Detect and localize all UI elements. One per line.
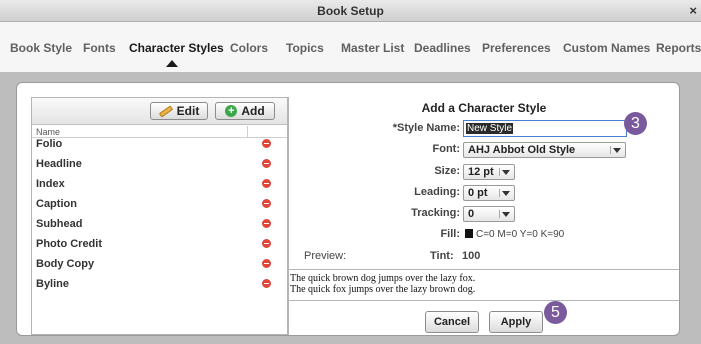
- list-item[interactable]: Folio: [32, 136, 287, 156]
- tab-topics[interactable]: Topics: [286, 41, 324, 55]
- list-item[interactable]: Caption: [32, 196, 287, 216]
- preview-line: The quick fox jumps over the lazy brown …: [290, 284, 476, 295]
- list-item-label: Folio: [36, 138, 63, 150]
- list-item-label: Subhead: [36, 218, 83, 230]
- select-separator: [499, 210, 500, 218]
- close-icon[interactable]: ×: [689, 3, 697, 18]
- tab-custom-names[interactable]: Custom Names: [563, 41, 650, 55]
- list-item-label: Byline: [36, 278, 70, 290]
- tab-deadlines[interactable]: Deadlines: [414, 41, 471, 55]
- list-item[interactable]: Headline: [32, 156, 287, 176]
- style-form: Add a Character Style *Style Name: New S…: [288, 97, 679, 335]
- fill-label: Fill:: [440, 228, 460, 240]
- chevron-down-icon: [502, 212, 510, 217]
- tracking-select[interactable]: 0: [463, 206, 515, 222]
- size-select[interactable]: 12 pt: [463, 164, 515, 180]
- leading-select-value: 0 pt: [468, 187, 488, 199]
- list-item[interactable]: Photo Credit: [32, 236, 287, 256]
- delete-icon[interactable]: [262, 279, 271, 288]
- step-callout-5: 5: [544, 301, 567, 324]
- tracking-select-value: 0: [468, 208, 475, 220]
- pencil-icon: [158, 104, 173, 118]
- list-item-label: Caption: [36, 198, 77, 210]
- style-name-value: New Style: [466, 123, 514, 134]
- font-select-value: AHJ Abbot Old Style: [468, 144, 576, 156]
- step-callout-3: 3: [624, 112, 647, 135]
- tab-master-list[interactable]: Master List: [341, 41, 404, 55]
- leading-select[interactable]: 0 pt: [463, 185, 515, 201]
- size-label: Size:: [434, 165, 460, 177]
- window-title: Book Setup: [317, 4, 384, 18]
- character-style-panel: Edit + Add Name Folio Headline Index Cap…: [16, 82, 680, 336]
- list-item[interactable]: Body Copy: [32, 256, 287, 276]
- list-item-label: Photo Credit: [36, 238, 102, 250]
- delete-icon[interactable]: [262, 199, 271, 208]
- preview-label: Preview:: [304, 250, 347, 262]
- add-button-label: Add: [241, 104, 265, 118]
- style-list-panel: Edit + Add Name Folio Headline Index Cap…: [31, 97, 288, 335]
- title-bar: Book Setup ×: [0, 0, 701, 22]
- tab-strip: Book Style Fonts Character Styles Colors…: [0, 22, 701, 72]
- delete-icon[interactable]: [262, 239, 271, 248]
- list-item-label: Headline: [36, 158, 82, 170]
- tint-value: 100: [462, 250, 481, 262]
- chevron-down-icon: [613, 148, 621, 153]
- chevron-down-icon: [502, 170, 510, 175]
- select-separator: [610, 146, 611, 154]
- delete-icon[interactable]: [262, 159, 271, 168]
- tab-colors[interactable]: Colors: [230, 41, 268, 55]
- preview-line: The quick brown dog jumps over the lazy …: [290, 273, 476, 284]
- style-name-label: *Style Name:: [392, 122, 460, 134]
- list-item[interactable]: Byline: [32, 276, 287, 296]
- font-label: Font:: [432, 143, 460, 155]
- leading-label: Leading:: [414, 186, 460, 198]
- apply-button[interactable]: Apply: [489, 311, 543, 333]
- delete-icon[interactable]: [262, 259, 271, 268]
- delete-icon[interactable]: [262, 179, 271, 188]
- list-item[interactable]: Subhead: [32, 216, 287, 236]
- tab-book-style[interactable]: Book Style: [10, 41, 72, 55]
- tint-label: Tint:: [430, 250, 454, 262]
- tab-character-styles[interactable]: Character Styles: [129, 41, 224, 55]
- chevron-down-icon: [502, 191, 510, 196]
- style-name-input[interactable]: New Style: [463, 120, 627, 137]
- fill-swatch[interactable]: [465, 229, 473, 238]
- edit-button[interactable]: Edit: [150, 102, 208, 120]
- delete-icon[interactable]: [262, 139, 271, 148]
- select-separator: [499, 168, 500, 176]
- add-button[interactable]: + Add: [215, 102, 275, 120]
- list-item-label: Body Copy: [36, 258, 95, 270]
- tab-fonts[interactable]: Fonts: [83, 41, 116, 55]
- list-toolbar: Edit + Add: [32, 98, 287, 125]
- active-tab-indicator: [166, 60, 178, 67]
- preview-box: The quick brown dog jumps over the lazy …: [288, 269, 679, 301]
- select-separator: [499, 189, 500, 197]
- panel-divider: [288, 97, 289, 335]
- edit-button-label: Edit: [176, 104, 200, 118]
- main-area: Edit + Add Name Folio Headline Index Cap…: [0, 72, 701, 344]
- list-item[interactable]: Index: [32, 176, 287, 196]
- tab-preferences[interactable]: Preferences: [482, 41, 551, 55]
- list-item-label: Index: [36, 178, 65, 190]
- fill-value: C=0 M=0 Y=0 K=90: [476, 229, 565, 240]
- font-select[interactable]: AHJ Abbot Old Style: [463, 142, 626, 158]
- size-select-value: 12 pt: [468, 166, 494, 178]
- tracking-label: Tracking:: [411, 207, 460, 219]
- form-heading: Add a Character Style: [421, 101, 547, 115]
- cancel-button[interactable]: Cancel: [425, 311, 479, 333]
- delete-icon[interactable]: [262, 219, 271, 228]
- add-icon: +: [225, 105, 238, 117]
- tab-reports[interactable]: Reports: [656, 41, 701, 55]
